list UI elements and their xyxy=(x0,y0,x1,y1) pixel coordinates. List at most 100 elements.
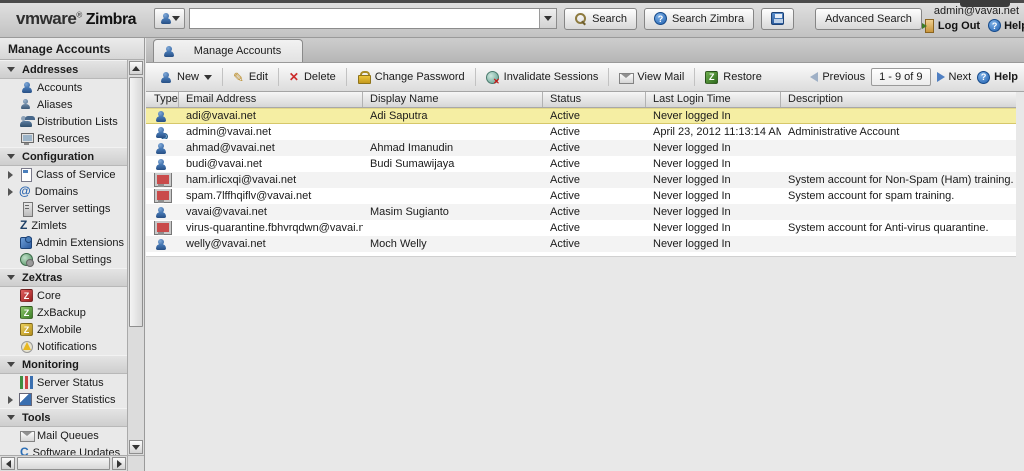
account-row-ahmad-vavai-net[interactable]: ahmad@vavai.net Ahmad Imanudin Active Never… xyxy=(146,140,1016,156)
sidebar-item-notifications[interactable]: Notifications xyxy=(0,338,127,355)
section-collapse-icon xyxy=(7,362,15,367)
account-type-cell xyxy=(146,173,179,187)
question-icon: ? xyxy=(988,19,1002,32)
column-header-status[interactable]: Status xyxy=(543,92,646,107)
section-collapse-icon xyxy=(7,154,15,159)
sidebar-item-distribution-lists[interactable]: Distribution Lists xyxy=(0,113,127,130)
tree-section-tools[interactable]: Tools xyxy=(0,408,127,427)
account-icon xyxy=(154,110,167,123)
search-input[interactable] xyxy=(189,8,558,29)
scroll-left-button[interactable] xyxy=(1,457,15,470)
sidebar-item-server-statistics[interactable]: Server Statistics xyxy=(0,391,127,408)
sidebar-item-zimlets[interactable]: Z Zimlets xyxy=(0,217,127,234)
sidebar-item-global-settings[interactable]: Global Settings xyxy=(0,251,127,268)
sidebar-item-core[interactable]: Z Core xyxy=(0,287,127,304)
last-login-cell: Never logged In xyxy=(653,205,731,218)
sidebar-item-label: Distribution Lists xyxy=(37,115,118,128)
help-desk-link[interactable]: ? Help Desk xyxy=(988,19,1024,32)
last-login-cell: April 23, 2012 11:13:14 AM xyxy=(653,125,781,138)
account-icon xyxy=(162,45,175,58)
edit-button[interactable]: ✎ Edit xyxy=(226,68,275,87)
accounts-icon xyxy=(20,81,33,94)
core-icon: Z xyxy=(20,289,33,302)
sidebar-item-admin-extensions[interactable]: Admin Extensions xyxy=(0,234,127,251)
scroll-down-button[interactable] xyxy=(129,440,143,454)
sidebar-item-label: Server settings xyxy=(37,202,111,215)
account-row-admin-vavai-net[interactable]: admin@vavai.net Active April 23, 2012 11:1… xyxy=(146,124,1016,140)
zimlets-icon: Z xyxy=(20,218,28,232)
sidebar-item-class-of-service[interactable]: Class of Service xyxy=(0,166,127,183)
display-name-cell: Masim Sugianto xyxy=(370,205,449,218)
sidebar-item-server-settings[interactable]: Server settings xyxy=(0,200,127,217)
restore-button[interactable]: Z Restore xyxy=(698,68,769,87)
advanced-search-button[interactable]: Advanced Search xyxy=(815,7,922,30)
sidebar-item-accounts[interactable]: Accounts xyxy=(0,79,127,96)
sidebar-item-label: Zimlets xyxy=(31,219,67,232)
software-updates-icon: C xyxy=(20,445,29,456)
previous-label: Previous xyxy=(822,71,866,83)
help-button[interactable]: ? Help xyxy=(977,70,1018,84)
scroll-right-button[interactable] xyxy=(112,457,126,470)
account-row-vavai-vavai-net[interactable]: vavai@vavai.net Masim Sugianto Active Never… xyxy=(146,204,1016,220)
mail-queues-icon xyxy=(20,429,35,442)
column-header-display-name[interactable]: Display Name xyxy=(363,92,543,107)
expand-arrow-icon[interactable] xyxy=(8,395,13,404)
scroll-up-button[interactable] xyxy=(129,61,143,75)
tree-section-addresses[interactable]: Addresses xyxy=(0,60,127,79)
column-header-type[interactable]: Type xyxy=(146,92,179,107)
list-toolbar: New ✎ Edit ✕ Delete Change Password Inva… xyxy=(146,63,1024,92)
sidebar: Manage Accounts Addresses Accounts Aliases… xyxy=(0,38,145,471)
tree-section-monitoring[interactable]: Monitoring xyxy=(0,355,127,374)
vertical-scroll-thumb[interactable] xyxy=(129,77,143,327)
expand-arrow-icon[interactable] xyxy=(8,170,13,179)
new-button[interactable]: New xyxy=(152,68,219,87)
sidebar-item-zxbackup[interactable]: Z ZxBackup xyxy=(0,304,127,321)
sidebar-item-software-updates[interactable]: C Software Updates xyxy=(0,444,127,456)
search-zimbra-button[interactable]: ? Search Zimbra xyxy=(643,7,755,30)
delete-x-icon: ✕ xyxy=(288,69,299,84)
help-desk-label: Help Desk xyxy=(1004,19,1024,32)
expand-arrow-icon[interactable] xyxy=(8,187,13,196)
view-mail-button[interactable]: View Mail xyxy=(612,68,691,87)
system-account-icon xyxy=(154,221,172,235)
account-row-budi-vavai-net[interactable]: budi@vavai.net Budi Sumawijaya Active Never… xyxy=(146,156,1016,172)
change-password-button[interactable]: Change Password xyxy=(350,68,472,87)
tree-section-configuration[interactable]: Configuration xyxy=(0,147,127,166)
invalidate-sessions-button[interactable]: Invalidate Sessions xyxy=(479,68,606,87)
search-button[interactable]: Search xyxy=(564,7,637,30)
toolbar-divider xyxy=(694,68,696,86)
sidebar-item-zxmobile[interactable]: Z ZxMobile xyxy=(0,321,127,338)
sidebar-horizontal-scrollbar[interactable] xyxy=(0,455,127,471)
account-row-virus-quarantine-fbhvrqdwn-vavai-net[interactable]: virus-quarantine.fbhvrqdwn@vavai.net Acti… xyxy=(146,220,1016,236)
last-login-cell: Never logged In xyxy=(653,109,731,122)
sidebar-item-aliases[interactable]: Aliases xyxy=(0,96,127,113)
sidebar-item-label: Aliases xyxy=(37,98,73,111)
column-header-description[interactable]: Description xyxy=(781,92,1016,107)
column-header-email-address[interactable]: Email Address xyxy=(179,92,363,107)
save-search-button[interactable] xyxy=(761,7,795,30)
search-history-dropdown[interactable] xyxy=(539,9,557,28)
search-type-dropdown[interactable] xyxy=(154,8,186,29)
sidebar-item-label: Software Updates xyxy=(32,446,121,456)
previous-page-button[interactable]: Previous xyxy=(810,71,865,83)
horizontal-scroll-thumb[interactable] xyxy=(17,457,110,470)
account-row-ham-irlicxqi-vavai-net[interactable]: ham.irlicxqi@vavai.net Active Never logged… xyxy=(146,172,1016,188)
tree-section-zextras[interactable]: ZeXtras xyxy=(0,268,127,287)
global-settings-icon xyxy=(20,253,34,267)
last-login-cell: Never logged In xyxy=(653,157,731,170)
sidebar-item-mail-queues[interactable]: Mail Queues xyxy=(0,427,127,444)
sidebar-item-resources[interactable]: Resources xyxy=(0,130,127,147)
account-row-welly-vavai-net[interactable]: welly@vavai.net Moch Welly Active Never log… xyxy=(146,236,1016,252)
email-cell: adi@vavai.net xyxy=(186,109,256,122)
logout-link[interactable]: Log Out xyxy=(921,19,980,33)
status-cell: Active xyxy=(550,125,580,138)
account-row-spam-7lffhqiflv-vavai-net[interactable]: spam.7lffhqiflv@vavai.net Active Never log… xyxy=(146,188,1016,204)
account-row-adi-vavai-net[interactable]: adi@vavai.net Adi Saputra Active Never logg… xyxy=(146,108,1016,124)
sidebar-item-domains[interactable]: @ Domains xyxy=(0,183,127,200)
next-page-button[interactable]: Next xyxy=(936,71,971,83)
sidebar-item-server-status[interactable]: Server Status xyxy=(0,374,127,391)
tab-manage-accounts[interactable]: Manage Accounts xyxy=(153,39,303,62)
sidebar-vertical-scrollbar[interactable] xyxy=(127,60,144,455)
column-header-last-login-time[interactable]: Last Login Time xyxy=(646,92,781,107)
delete-button[interactable]: ✕ Delete xyxy=(282,68,343,87)
